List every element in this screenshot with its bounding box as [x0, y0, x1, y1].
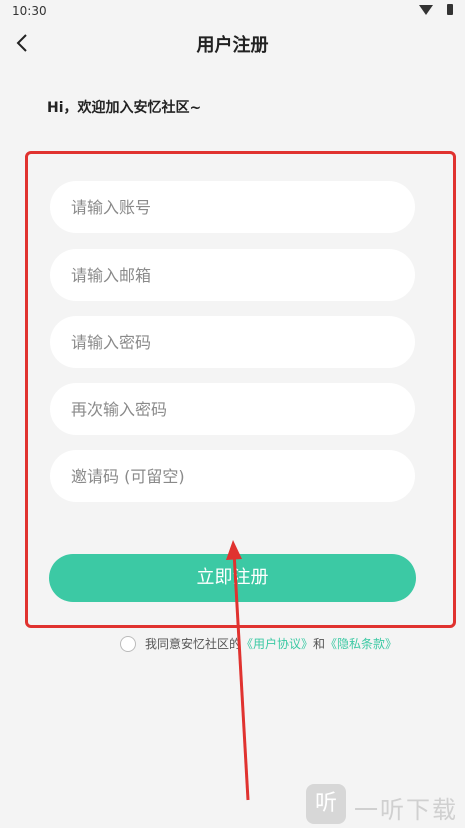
password-field[interactable] — [50, 316, 415, 368]
confirm-password-field[interactable] — [50, 383, 415, 435]
watermark-logo: 听 — [306, 784, 346, 824]
status-bar: 10:30 — [0, 0, 465, 22]
header: 用户注册 — [0, 22, 465, 64]
annotation-arrow-icon — [226, 540, 250, 801]
welcome-text: Hi，欢迎加入安忆社区~ — [47, 100, 202, 116]
account-field[interactable] — [50, 181, 415, 233]
wifi-icon — [419, 5, 433, 15]
status-icons — [415, 4, 455, 18]
privacy-policy-link[interactable]: 《隐私条款》 — [325, 637, 397, 651]
agree-checkbox[interactable] — [120, 636, 136, 652]
email-field[interactable] — [50, 249, 415, 301]
watermark: 听 一听下载 — [306, 784, 464, 826]
invite-code-field[interactable] — [50, 450, 415, 502]
battery-icon — [447, 4, 453, 15]
agreement-and: 和 — [313, 637, 326, 651]
confirm-password-input[interactable] — [69, 398, 415, 420]
watermark-text: 一听下载 — [354, 796, 458, 824]
status-time: 10:30 — [12, 4, 47, 18]
page-title: 用户注册 — [196, 35, 269, 56]
password-input[interactable] — [69, 331, 415, 353]
email-input[interactable] — [69, 264, 415, 286]
account-input[interactable] — [69, 196, 415, 218]
agreement-text: 我同意安忆社区的《用户协议》和《隐私条款》 — [145, 635, 397, 652]
invite-code-input[interactable] — [69, 465, 415, 487]
